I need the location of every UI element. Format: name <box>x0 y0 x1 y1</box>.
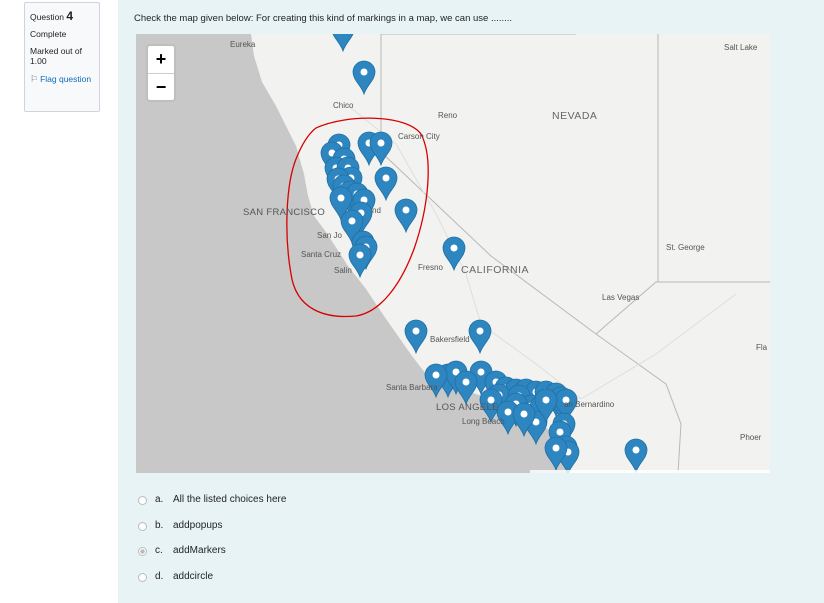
label-fla: Fla <box>756 343 768 352</box>
label-las-vegas: Las Vegas <box>602 293 640 302</box>
label-salt-lake: Salt Lake <box>724 43 758 52</box>
map-marker-icon[interactable] <box>404 319 428 355</box>
marked-out-of-label: Marked out of <box>30 45 82 56</box>
label-eureka: Eureka <box>230 40 256 49</box>
zoom-in-button[interactable]: + <box>148 46 174 74</box>
label-san-jose: San Jo <box>317 231 342 240</box>
answer-radio-c[interactable] <box>138 547 147 556</box>
label-santa-barbara: Santa Barbara <box>386 383 438 392</box>
answer-letter: c. <box>155 545 163 556</box>
zoom-control: + − <box>146 44 176 102</box>
label-phoenix: Phoer <box>740 433 762 442</box>
label-oakland: nd <box>372 206 381 215</box>
map-marker-icon[interactable] <box>352 60 376 96</box>
answer-text: addMarkers <box>173 545 226 556</box>
question-status: Complete <box>30 29 67 40</box>
label-long-beach: Long Beach <box>462 417 505 426</box>
question-number-value: 4 <box>66 9 74 23</box>
answer-letter: a. <box>155 494 164 505</box>
label-reno: Reno <box>438 111 458 120</box>
label-santa-cruz: Santa Cruz <box>301 250 342 259</box>
flag-icon: ⚐ <box>30 73 39 84</box>
map-marker-icon[interactable] <box>369 131 393 167</box>
flag-question-link[interactable]: ⚐ Flag question <box>30 74 99 85</box>
answer-text: addcircle <box>173 570 214 582</box>
map-marker-icon[interactable] <box>394 198 418 234</box>
zoom-out-button[interactable]: − <box>148 74 174 101</box>
question-content: Check the map given below: For creating … <box>118 0 824 603</box>
answer-option-a[interactable]: a. All the listed choices here <box>138 494 286 520</box>
map-view[interactable]: + − Eureka Chico Reno Carson City Salt L… <box>136 34 770 473</box>
label-california: CALIFORNIA <box>461 264 530 276</box>
label-san-bernardino: an Bernardino <box>564 400 615 409</box>
question-marks: 1.00 <box>30 55 47 66</box>
label-salinas: Salin <box>334 266 352 275</box>
answer-text: addpopups <box>173 519 223 531</box>
label-bakersfield: Bakersfield <box>430 335 470 344</box>
answer-radio-b[interactable] <box>138 521 147 531</box>
question-label: Question <box>30 12 65 22</box>
map-marker-icon[interactable] <box>468 319 492 355</box>
label-st-george: St. George <box>666 243 705 252</box>
label-nevada: NEVADA <box>552 110 598 122</box>
answer-letter: b. <box>155 519 164 531</box>
map-attribution-bar <box>530 470 770 473</box>
map-marker-icon[interactable] <box>332 34 354 53</box>
question-number: Question 4 <box>30 9 99 23</box>
answer-option-b[interactable]: b. addpopups <box>138 520 286 546</box>
label-los-angeles: LOS ANGELE <box>436 402 499 413</box>
answer-option-c[interactable]: c. addMarkers <box>138 545 286 571</box>
question-text: Check the map given below: For creating … <box>134 13 513 24</box>
answer-options: a. All the listed choices here b. addpop… <box>138 494 286 596</box>
answer-radio-a[interactable] <box>138 496 147 505</box>
label-chico: Chico <box>333 101 354 110</box>
label-fresno: Fresno <box>418 263 443 272</box>
answer-radio-d[interactable] <box>138 572 147 582</box>
question-info-panel: Question 4 Complete Marked out of 1.00 ⚐… <box>24 2 100 112</box>
label-san-francisco: SAN FRANCISCO <box>243 207 326 218</box>
map-marker-icon[interactable] <box>624 438 648 473</box>
flag-question-label: Flag question <box>40 73 92 84</box>
answer-letter: d. <box>155 570 164 582</box>
answer-option-d[interactable]: d. addcircle <box>138 571 286 597</box>
answer-text: All the listed choices here <box>173 494 287 505</box>
label-carson-city: Carson City <box>398 132 440 141</box>
map-marker-icon[interactable] <box>374 166 398 202</box>
